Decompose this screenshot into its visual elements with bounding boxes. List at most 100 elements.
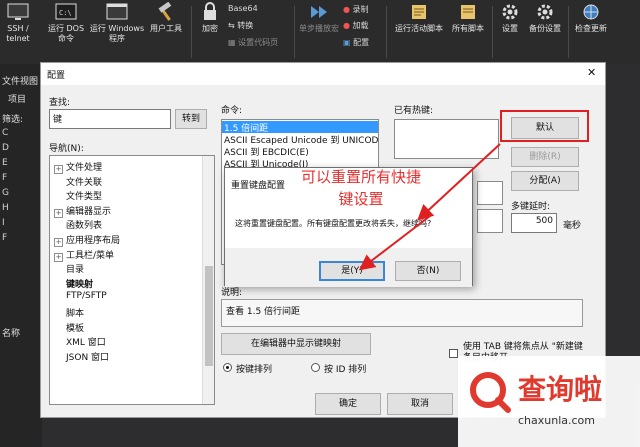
set-charset-button[interactable]: ▦ 设置代码页 <box>228 37 278 48</box>
sort-by-key-radio[interactable] <box>223 363 232 372</box>
close-icon[interactable]: ✕ <box>587 66 596 79</box>
check-update-button[interactable]: 检查更新 <box>572 2 610 34</box>
tree-item[interactable]: + 文件处理 <box>54 160 102 174</box>
expand-icon[interactable]: + <box>54 165 63 174</box>
settings-button[interactable]: 设置 <box>496 2 524 34</box>
yes-button[interactable]: 是(Y) <box>319 261 385 281</box>
config-icon: ▣ <box>343 38 351 47</box>
all-scripts-label: 所有脚本 <box>452 24 484 33</box>
name-column-header[interactable]: 名称 <box>2 326 20 339</box>
tree-item[interactable]: 模板 <box>54 321 85 334</box>
encrypt-label: 加密 <box>202 24 218 33</box>
load-macro-button[interactable]: ● 加载 <box>343 20 369 31</box>
drive-node[interactable]: G <box>2 188 9 198</box>
tree-item[interactable]: JSON 窗口 <box>54 350 110 363</box>
load-label: 加载 <box>352 21 369 30</box>
existing-hotkeys-list[interactable] <box>394 119 499 159</box>
run-dos-button[interactable]: C:\ 运行 DOS 命令 <box>44 2 88 44</box>
toolbar-ribbon: SSH / telnet C:\ 运行 DOS 命令 运行 Windows 程序… <box>0 0 640 64</box>
project-tab[interactable]: 项目 <box>8 92 26 105</box>
search-label: 查找: <box>49 98 71 108</box>
command-row[interactable]: 1.5 倍间距 <box>222 121 378 134</box>
drive-node[interactable]: E <box>2 158 8 168</box>
cancel-button[interactable]: 取消 <box>387 393 453 415</box>
run-active-script-button[interactable]: 运行活动脚本 <box>390 2 448 34</box>
tree-item[interactable]: + 工具栏/菜单 <box>54 248 115 262</box>
ssh-telnet-button[interactable]: SSH / telnet <box>0 2 36 44</box>
config-macro-button[interactable]: ▣ 配置 <box>343 37 369 48</box>
no-button[interactable]: 否(N) <box>395 261 461 281</box>
command-row[interactable]: ASCII 到 EBCDIC(E) <box>222 145 378 158</box>
record-label: 录制 <box>352 5 369 14</box>
nav-tree[interactable]: + 文件处理 文件关联 文件类型 + 编辑器显示 函数列表 + 应用程序布局 + 工具栏/菜单 目录键… <box>49 155 215 405</box>
delete-button[interactable]: 删除(R) <box>511 147 579 167</box>
tree-item-label: XML 窗口 <box>66 338 106 349</box>
user-tools-button[interactable]: 用户工具 <box>146 2 186 34</box>
tree-item[interactable]: + 应用程序布局 <box>54 233 120 247</box>
file-view-panel: 文件视图 项目 筛选: C D E F G H I F 名称 <box>0 64 42 447</box>
tree-item-label: 模板 <box>66 323 85 334</box>
load-icon: ● <box>343 21 350 30</box>
new-key-field-2[interactable] <box>477 209 503 233</box>
tree-item[interactable]: 键映射 <box>54 277 94 290</box>
drive-node[interactable]: H <box>2 203 9 213</box>
backup-settings-button[interactable]: 备份设置 <box>526 2 564 34</box>
window-app-icon <box>106 3 128 20</box>
expand-icon[interactable]: + <box>54 238 63 247</box>
single-step-macro-button[interactable]: 单步播放宏 <box>298 2 340 34</box>
tree-item[interactable]: 文件类型 <box>54 189 102 202</box>
description-box: 查看 1.5 倍行间距 <box>221 299 583 327</box>
expand-icon[interactable]: + <box>54 252 63 262</box>
assign-button[interactable]: 分配(A) <box>511 171 579 191</box>
search-input[interactable]: 键 <box>49 109 171 129</box>
scroll-thumb[interactable] <box>205 266 213 366</box>
tree-item-label: 键映射 <box>66 279 94 290</box>
tab-focus-checkbox[interactable] <box>449 349 458 358</box>
convert-label: 转换 <box>237 21 254 30</box>
sort-by-id-radio[interactable] <box>311 363 320 372</box>
watermark-url: chaxunla.com <box>518 414 595 427</box>
new-key-field[interactable] <box>477 181 503 205</box>
tree-item-label: 工具栏/菜单 <box>66 250 115 261</box>
convert-button[interactable]: ⇆ 转换 <box>228 20 253 31</box>
nav-label: 导航(N): <box>49 144 84 154</box>
gear-icon <box>502 4 518 20</box>
drive-node[interactable]: I <box>2 218 5 228</box>
console-icon: C:\ <box>55 3 77 20</box>
charset-icon: ▦ <box>228 38 236 47</box>
tree-item[interactable]: XML 窗口 <box>54 335 106 349</box>
expand-icon[interactable]: + <box>54 208 63 218</box>
run-windows-button[interactable]: 运行 Windows 程序 <box>88 2 146 44</box>
user-tools-label: 用户工具 <box>150 24 182 33</box>
all-scripts-button[interactable]: 所有脚本 <box>448 2 488 34</box>
nav-scrollbar[interactable] <box>202 156 214 404</box>
tree-item[interactable]: 目录 <box>54 262 84 275</box>
macro-step-icon <box>311 6 327 18</box>
dialog-titlebar: 配置 ✕ <box>41 63 605 85</box>
drive-node[interactable]: C <box>2 128 8 138</box>
encrypt-button[interactable]: 加密 <box>196 2 224 34</box>
single-step-label: 单步播放宏 <box>299 24 339 33</box>
record-icon: ● <box>343 5 350 14</box>
record-macro-button[interactable]: ● 录制 <box>343 4 369 15</box>
ok-button[interactable]: 确定 <box>315 393 381 415</box>
tree-item-label: JSON 窗口 <box>66 352 110 363</box>
tree-item-label: 文件关联 <box>66 177 103 188</box>
drive-node[interactable]: F <box>2 233 7 243</box>
tree-item[interactable]: + 编辑器显示 <box>54 204 111 218</box>
default-button-highlight <box>500 110 589 142</box>
goto-button[interactable]: 转到 <box>175 109 207 129</box>
drive-node[interactable]: D <box>2 143 9 153</box>
tree-item[interactable]: 脚本 <box>54 306 84 319</box>
tree-item[interactable]: FTP/SFTP <box>54 291 107 303</box>
watermark-brand: 查询啦 <box>518 373 603 406</box>
delay-input[interactable]: 500 <box>511 213 557 233</box>
drive-node[interactable]: F <box>2 173 7 183</box>
command-row[interactable]: ASCII Escaped Unicode 到 UNICOD <box>222 133 378 146</box>
tree-item[interactable]: 文件关联 <box>54 175 103 188</box>
tree-item[interactable]: 函数列表 <box>54 218 102 231</box>
base64-button[interactable]: Base64 <box>228 4 258 13</box>
lock-icon <box>204 2 216 20</box>
show-in-editor-button[interactable]: 在编辑器中显示键映射 <box>221 333 371 355</box>
convert-icon: ⇆ <box>228 21 235 30</box>
